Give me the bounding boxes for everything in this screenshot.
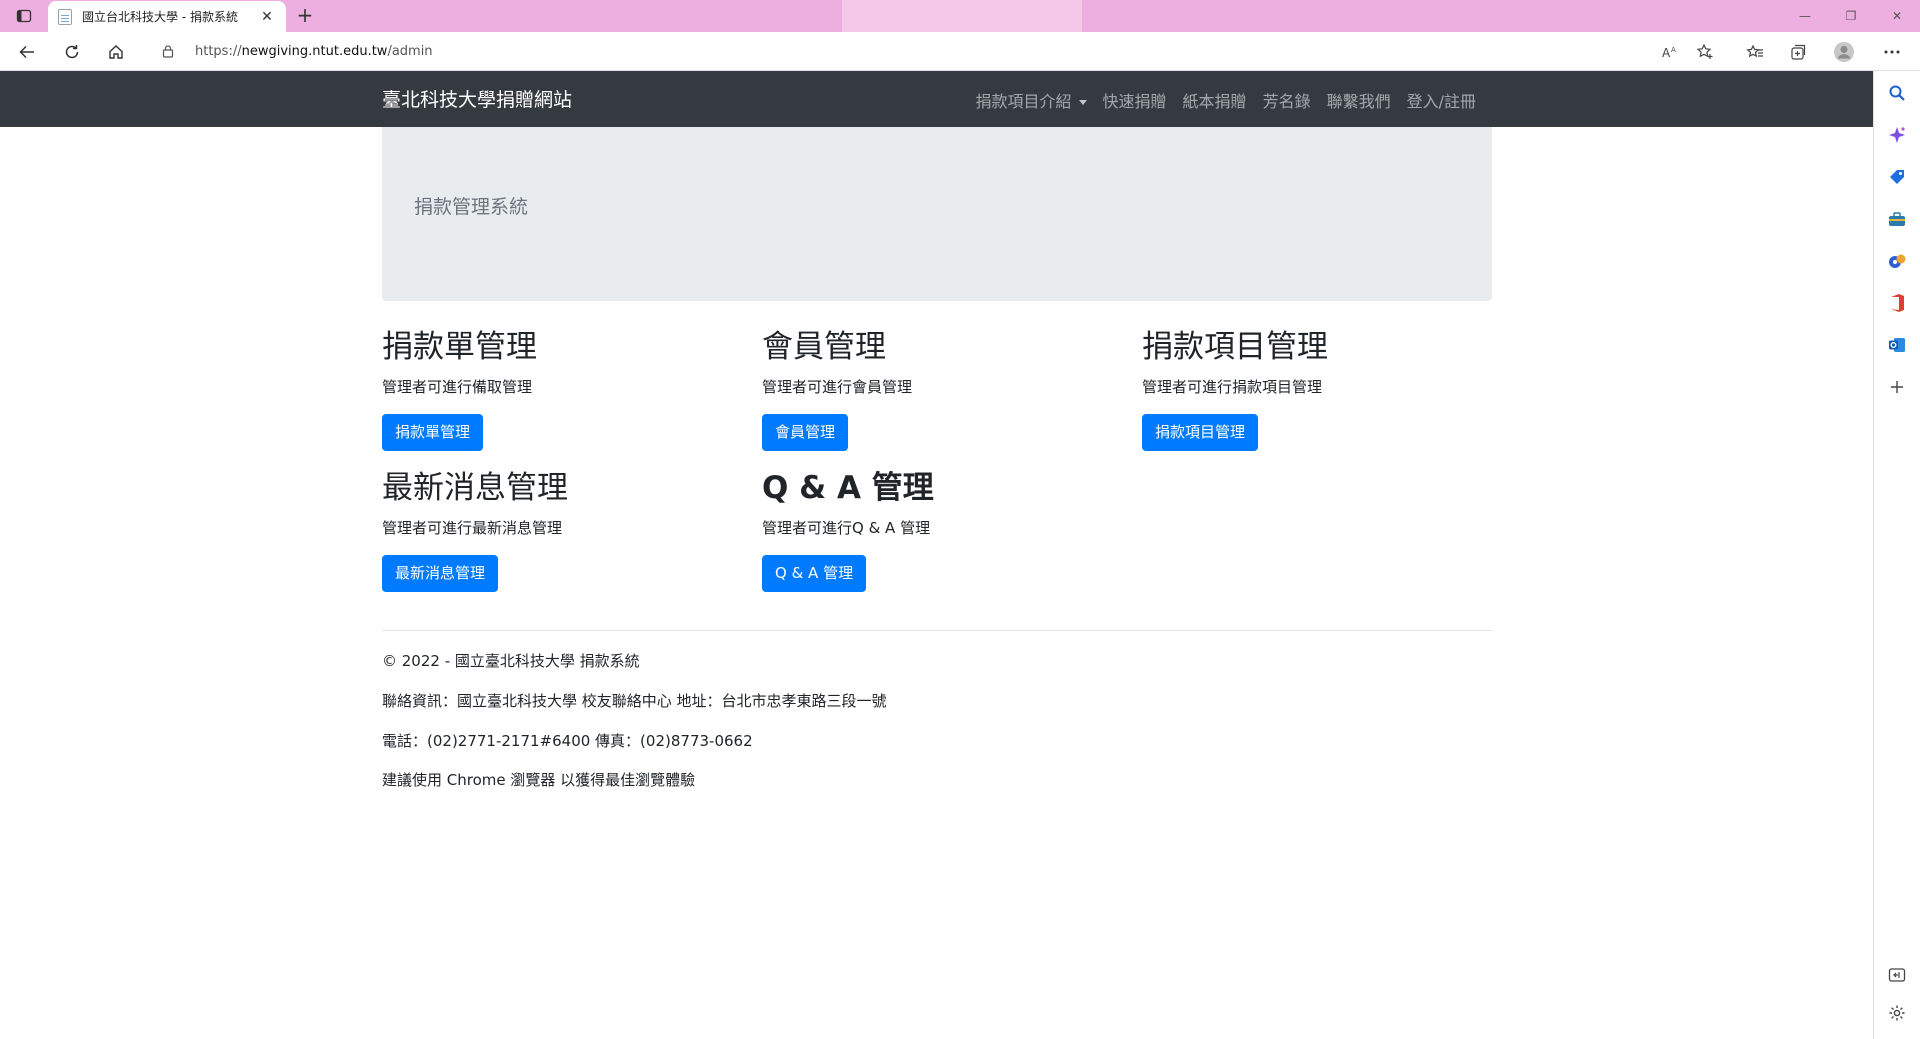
nav-link-quick-donate[interactable]: 快速捐贈: [1095, 88, 1175, 112]
section-news: 最新消息管理 管理者可進行最新消息管理 最新消息管理: [382, 470, 742, 592]
tools-icon[interactable]: [1885, 207, 1909, 231]
section-title: 捐款項目管理: [1142, 329, 1328, 365]
nav-link-donation-intro[interactable]: 捐款項目介紹: [968, 88, 1095, 112]
home-button[interactable]: [102, 39, 130, 65]
footer-divider: [382, 630, 1492, 631]
web-page: 臺北科技大學捐贈網站 捐款項目介紹 快速捐贈 紙本捐贈 芳名錄 聯繫我們 登入/…: [0, 71, 1873, 1039]
section-donation-form: 捐款單管理 管理者可進行備取管理 捐款單管理: [382, 329, 742, 451]
settings-icon[interactable]: [1885, 1001, 1909, 1025]
nav-links: 捐款項目介紹 快速捐贈 紙本捐贈 芳名錄 聯繫我們 登入/註冊: [968, 88, 1484, 112]
favorites-icon[interactable]: [1741, 39, 1769, 65]
games-icon[interactable]: [1885, 249, 1909, 273]
nav-link-contact[interactable]: 聯繫我們: [1319, 88, 1399, 112]
section-title: 會員管理: [762, 329, 886, 365]
footer-phone: 電話：(02)2771-2171#6400 傳真：(02)8773-0662: [382, 732, 753, 750]
browser-toolbar: https://newgiving.ntut.edu.tw/admin AA: [0, 32, 1920, 71]
add-favorite-icon[interactable]: [1691, 39, 1719, 65]
section-title: 最新消息管理: [382, 470, 568, 506]
section-desc: 管理者可進行Q & A 管理: [762, 519, 931, 538]
browser-tab-active[interactable]: 國立台北科技大學 - 捐款系統 ✕: [48, 1, 286, 32]
back-button[interactable]: [13, 39, 41, 65]
section-donation-item: 捐款項目管理 管理者可進行捐款項目管理 捐款項目管理: [1142, 329, 1502, 451]
minimize-button[interactable]: —: [1782, 0, 1828, 32]
donation-form-manage-button[interactable]: 捐款單管理: [382, 414, 484, 451]
footer-browser-tip: 建議使用 Chrome 瀏覽器 以獲得最佳瀏覽體驗: [382, 771, 696, 789]
page-favicon-icon: [58, 8, 72, 25]
refresh-icon: [65, 45, 79, 59]
jumbotron: 捐款管理系統: [382, 127, 1492, 301]
url-prefix: https://: [195, 43, 242, 59]
add-icon[interactable]: [1885, 375, 1909, 399]
home-icon: [109, 45, 123, 59]
address-bar[interactable]: https://newgiving.ntut.edu.tw/admin: [145, 36, 1725, 66]
jumbotron-text: 捐款管理系統: [414, 196, 529, 218]
nav-link-label: 捐款項目介紹: [975, 92, 1072, 111]
copilot-icon[interactable]: [1885, 123, 1909, 147]
section-member: 會員管理 管理者可進行會員管理 會員管理: [762, 329, 1122, 451]
url-path: /admin: [387, 43, 433, 59]
site-navbar: 臺北科技大學捐贈網站 捐款項目介紹 快速捐贈 紙本捐贈 芳名錄 聯繫我們 登入/…: [0, 71, 1873, 127]
news-manage-button[interactable]: 最新消息管理: [382, 555, 499, 592]
caret-down-icon: [1078, 100, 1087, 105]
section-desc: 管理者可進行會員管理: [762, 378, 913, 397]
tab-actions-icon[interactable]: [8, 4, 40, 28]
shopping-tag-icon[interactable]: [1885, 165, 1909, 189]
new-tab-button[interactable]: +: [292, 4, 318, 28]
section-qa: Q & A 管理 管理者可進行Q & A 管理 Q & A 管理: [762, 470, 1122, 592]
section-title: Q & A 管理: [762, 470, 934, 506]
svg-text:A: A: [1671, 46, 1676, 54]
url-text[interactable]: https://newgiving.ntut.edu.tw/admin: [195, 44, 433, 59]
donation-item-manage-button[interactable]: 捐款項目管理: [1142, 414, 1259, 451]
section-desc: 管理者可進行備取管理: [382, 378, 533, 397]
edge-sidebar: [1873, 71, 1920, 1039]
back-icon: [19, 45, 34, 59]
tab-close-button[interactable]: ✕: [258, 9, 276, 25]
hide-sidebar-icon[interactable]: [1885, 963, 1909, 987]
nav-link-login-register[interactable]: 登入/註冊: [1399, 88, 1484, 112]
qa-manage-button[interactable]: Q & A 管理: [762, 555, 867, 592]
footer-copyright: © 2022 - 國立臺北科技大學 捐款系統: [382, 652, 640, 670]
lock-icon[interactable]: [153, 36, 183, 66]
read-aloud-icon[interactable]: AA: [1656, 39, 1684, 65]
outlook-icon[interactable]: [1885, 333, 1909, 357]
close-window-button[interactable]: ✕: [1874, 0, 1920, 32]
svg-text:A: A: [1662, 46, 1671, 60]
titlebar-drag-region: [842, 0, 1082, 32]
section-desc: 管理者可進行最新消息管理: [382, 519, 563, 538]
section-title: 捐款單管理: [382, 329, 537, 365]
footer-contact: 聯絡資訊：國立臺北科技大學 校友聯絡中心 地址：台北市忠孝東路三段一號: [382, 692, 887, 710]
tab-title: 國立台北科技大學 - 捐款系統: [82, 10, 238, 24]
collections-icon[interactable]: [1785, 39, 1813, 65]
office-icon[interactable]: [1885, 291, 1909, 315]
member-manage-button[interactable]: 會員管理: [762, 414, 849, 451]
refresh-button[interactable]: [58, 39, 86, 65]
site-brand[interactable]: 臺北科技大學捐贈網站: [382, 85, 572, 112]
more-icon[interactable]: [1878, 39, 1906, 65]
section-desc: 管理者可進行捐款項目管理: [1142, 378, 1323, 397]
restore-button[interactable]: ❐: [1828, 0, 1874, 32]
nav-link-donor-list[interactable]: 芳名錄: [1255, 88, 1319, 112]
url-host: newgiving.ntut.edu.tw: [241, 43, 388, 59]
search-icon[interactable]: [1885, 81, 1909, 105]
window-controls: — ❐ ✕: [1782, 0, 1920, 32]
nav-link-paper-donate[interactable]: 紙本捐贈: [1175, 88, 1255, 112]
browser-titlebar: 國立台北科技大學 - 捐款系統 ✕ + — ❐ ✕: [0, 0, 1920, 32]
profile-avatar-icon[interactable]: [1830, 39, 1858, 65]
